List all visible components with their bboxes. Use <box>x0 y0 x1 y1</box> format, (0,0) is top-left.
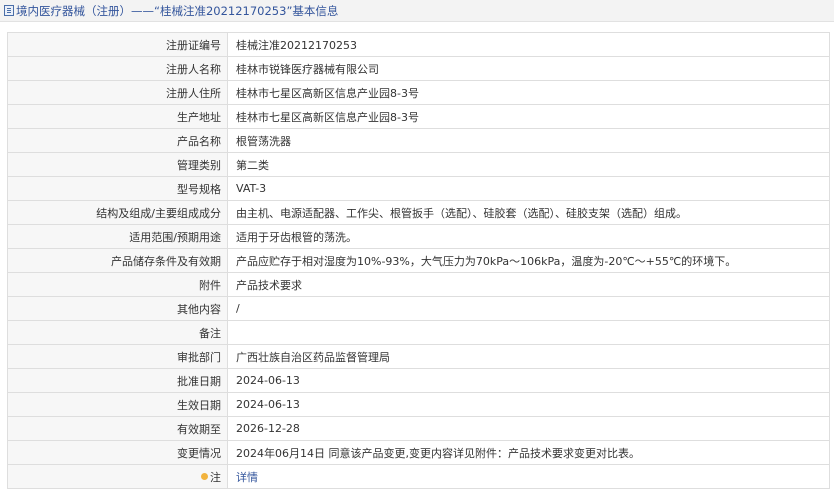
table-row: 产品储存条件及有效期 产品应贮存于相对湿度为10%-93%，大气压力为70kPa～… <box>7 248 830 273</box>
field-label: 结构及组成/主要组成成分 <box>7 200 228 225</box>
field-value: VAT-3 <box>227 176 830 201</box>
field-value: 桂械注准20212170253 <box>227 32 830 57</box>
field-label: 变更情况 <box>7 440 228 465</box>
note-value-cell: 详情 <box>227 464 830 489</box>
page-title: 境内医疗器械（注册）——“桂械注准20212170253”基本信息 <box>16 3 339 18</box>
field-label: 其他内容 <box>7 296 228 321</box>
field-label: 生产地址 <box>7 104 228 129</box>
pin-icon <box>201 473 208 480</box>
table-row: 注册人名称 桂林市锐锋医疗器械有限公司 <box>7 56 830 81</box>
field-value: 第二类 <box>227 152 830 177</box>
detail-table: 注册证编号 桂械注准20212170253 注册人名称 桂林市锐锋医疗器械有限公司 注册… <box>7 32 830 489</box>
table-row-note: 注 详情 <box>7 464 830 489</box>
table-row: 适用范围/预期用途 适用于牙齿根管的荡洗。 <box>7 224 830 249</box>
table-row: 生产地址 桂林市七星区高新区信息产业园8-3号 <box>7 104 830 129</box>
field-label: 备注 <box>7 320 228 345</box>
field-label: 注册证编号 <box>7 32 228 57</box>
table-row: 注册人住所 桂林市七星区高新区信息产业园8-3号 <box>7 80 830 105</box>
field-value: 桂林市七星区高新区信息产业园8-3号 <box>227 104 830 129</box>
note-label-cell: 注 <box>7 464 228 489</box>
field-value: 产品技术要求 <box>227 272 830 297</box>
table-row: 型号规格 VAT-3 <box>7 176 830 201</box>
table-row: 结构及组成/主要组成成分 由主机、电源适配器、工作尖、根管扳手（选配）、硅胶套（选… <box>7 200 830 225</box>
field-value: 产品应贮存于相对湿度为10%-93%，大气压力为70kPa～106kPa，温度为… <box>227 248 830 273</box>
table-row: 有效期至 2026-12-28 <box>7 416 830 441</box>
field-label: 注册人住所 <box>7 80 228 105</box>
table-row: 变更情况 2024年06月14日 同意该产品变更,变更内容详见附件：产品技术要求变… <box>7 440 830 465</box>
field-value: 根管荡洗器 <box>227 128 830 153</box>
details-link[interactable]: 详情 <box>236 471 258 484</box>
field-label: 型号规格 <box>7 176 228 201</box>
table-row: 批准日期 2024-06-13 <box>7 368 830 393</box>
field-value: 广西壮族自治区药品监督管理局 <box>227 344 830 369</box>
table-row: 管理类别 第二类 <box>7 152 830 177</box>
field-label: 产品储存条件及有效期 <box>7 248 228 273</box>
field-label: 产品名称 <box>7 128 228 153</box>
table-row: 附件 产品技术要求 <box>7 272 830 297</box>
table-row: 备注 <box>7 320 830 345</box>
field-value: 2024-06-13 <box>227 368 830 393</box>
field-value: 2026-12-28 <box>227 416 830 441</box>
field-label: 管理类别 <box>7 152 228 177</box>
field-label: 有效期至 <box>7 416 228 441</box>
field-label: 审批部门 <box>7 344 228 369</box>
field-label: 生效日期 <box>7 392 228 417</box>
table-row: 注册证编号 桂械注准20212170253 <box>7 32 830 57</box>
field-label: 适用范围/预期用途 <box>7 224 228 249</box>
field-value <box>227 320 830 345</box>
field-value: 由主机、电源适配器、工作尖、根管扳手（选配）、硅胶套（选配）、硅胶支架（选配）组… <box>227 200 830 225</box>
table-row: 其他内容 / <box>7 296 830 321</box>
page-header: 境内医疗器械（注册）——“桂械注准20212170253”基本信息 <box>0 0 834 22</box>
field-value: / <box>227 296 830 321</box>
table-row: 生效日期 2024-06-13 <box>7 392 830 417</box>
field-label: 批准日期 <box>7 368 228 393</box>
field-label: 注册人名称 <box>7 56 228 81</box>
field-value: 适用于牙齿根管的荡洗。 <box>227 224 830 249</box>
document-icon <box>4 5 14 16</box>
field-value: 2024年06月14日 同意该产品变更,变更内容详见附件：产品技术要求变更对比表… <box>227 440 830 465</box>
note-label: 注 <box>210 470 221 484</box>
field-label: 附件 <box>7 272 228 297</box>
table-row: 审批部门 广西壮族自治区药品监督管理局 <box>7 344 830 369</box>
field-value: 桂林市锐锋医疗器械有限公司 <box>227 56 830 81</box>
table-row: 产品名称 根管荡洗器 <box>7 128 830 153</box>
field-value: 桂林市七星区高新区信息产业园8-3号 <box>227 80 830 105</box>
field-value: 2024-06-13 <box>227 392 830 417</box>
